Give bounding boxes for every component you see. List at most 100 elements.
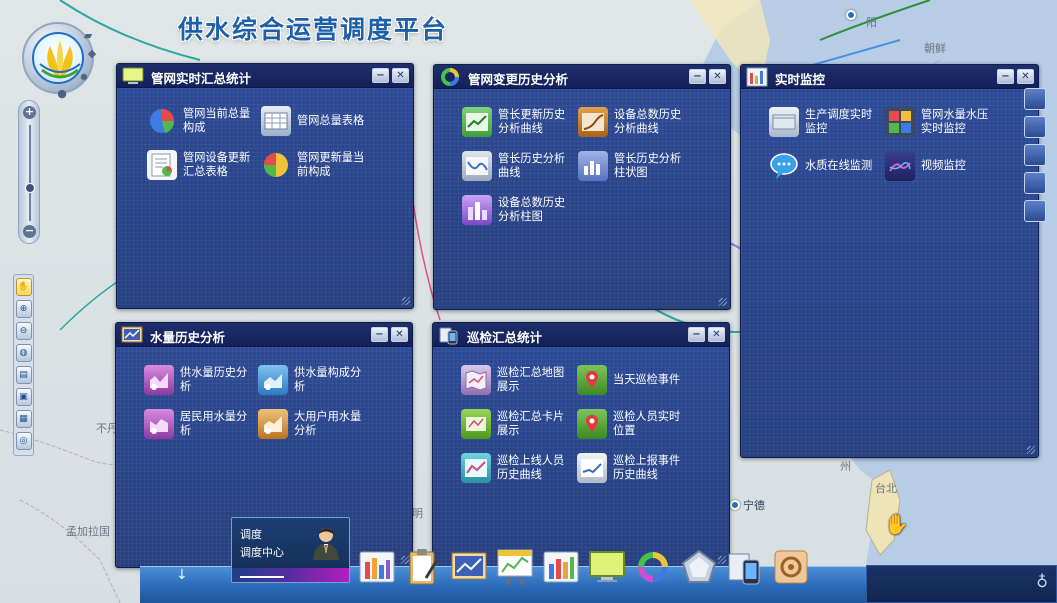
side-tab-4[interactable]: [1024, 172, 1046, 194]
dock-clipboard-icon[interactable]: [404, 548, 442, 586]
dock-monitor-icon[interactable]: [588, 548, 626, 586]
menu-item-label: 管长历史分析曲线: [498, 152, 566, 179]
close-button[interactable]: ✕: [709, 69, 726, 84]
zoom-track[interactable]: [29, 125, 31, 221]
menu-item-pipe-table[interactable]: 管网总量表格: [261, 106, 371, 136]
menu-item-label: 巡检上报事件历史曲线: [613, 454, 681, 481]
zoom-control[interactable]: + −: [18, 100, 40, 244]
panel-header[interactable]: 实时监控 − ✕: [741, 65, 1038, 89]
navigator-chat-icon[interactable]: ▰: [82, 30, 94, 42]
side-tab-5[interactable]: [1024, 200, 1046, 222]
menu-item-online-staff-curve[interactable]: 巡检上线人员历史曲线: [461, 453, 571, 483]
menu-item-length-update-curve[interactable]: 管长更新历史分析曲线: [462, 107, 572, 137]
app-logo: [32, 32, 84, 84]
dock-settings-icon[interactable]: [772, 548, 810, 586]
minimize-button[interactable]: −: [371, 327, 388, 342]
menu-item-production-monitor[interactable]: 生产调度实时监控: [769, 107, 879, 137]
user-card-strip: [232, 568, 349, 582]
panel-header[interactable]: 管网实时汇总统计 − ✕: [117, 64, 413, 88]
minimize-button[interactable]: −: [688, 327, 705, 342]
map-label-zhou: 州: [840, 460, 851, 473]
resize-handle[interactable]: [1027, 446, 1035, 454]
navigator-sun-icon[interactable]: ✹: [78, 72, 90, 84]
side-tab-2[interactable]: [1024, 116, 1046, 138]
menu-item-device-update-table[interactable]: 管网设备更新汇总表格: [147, 150, 257, 180]
close-button[interactable]: ✕: [708, 327, 725, 342]
report-icon: [147, 150, 177, 180]
dock-chart-board-icon[interactable]: [450, 548, 488, 586]
side-tab-1[interactable]: [1024, 88, 1046, 110]
minimize-button[interactable]: −: [689, 69, 706, 84]
globe-tool-icon[interactable]: ◍: [15, 344, 32, 362]
menu-item-length-curve[interactable]: 管长历史分析曲线: [462, 151, 572, 181]
menu-item-patrol-cards[interactable]: 巡检汇总卡片展示: [461, 409, 571, 439]
menu-item-report-event-curve[interactable]: 巡检上报事件历史曲线: [577, 453, 687, 483]
zoom-out-tool-icon[interactable]: ⊖: [15, 322, 32, 340]
menu-item-device-total-curve[interactable]: 设备总数历史分析曲线: [578, 107, 688, 137]
menu-item-pressure-monitor[interactable]: 管网水量水压实时监控: [885, 107, 995, 137]
menu-item-patrol-map[interactable]: 巡检汇总地图展示: [461, 365, 571, 395]
menu-item-today-events[interactable]: 当天巡检事件: [577, 365, 687, 395]
dock-mobile-device-icon[interactable]: [726, 548, 764, 586]
lightbulb-icon[interactable]: ♁: [1036, 572, 1048, 591]
menu-item-update-composition[interactable]: 管网更新量当前构成: [261, 150, 371, 180]
mobile-device-icon: [439, 327, 458, 345]
dock-analyzer-icon[interactable]: [496, 548, 534, 586]
close-button[interactable]: ✕: [1017, 69, 1034, 84]
menu-item-staff-location[interactable]: 巡检人员实时位置: [577, 409, 687, 439]
ring-chart-icon: [441, 68, 459, 86]
pie-chart-icon: [261, 150, 291, 180]
dock-statistics-icon[interactable]: [542, 548, 580, 586]
app-dock: [358, 546, 810, 586]
panel-header[interactable]: 管网变更历史分析 − ✕: [434, 65, 730, 89]
resize-handle[interactable]: [402, 297, 410, 305]
menu-item-resident-water[interactable]: 居民用水量分析: [144, 409, 254, 439]
print-tool-icon[interactable]: ▣: [15, 388, 32, 406]
map-tool-icon[interactable]: ▦: [15, 410, 32, 428]
panel-header[interactable]: 水量历史分析 − ✕: [116, 323, 412, 347]
minimize-button[interactable]: −: [372, 68, 389, 83]
navigator-globe-icon[interactable]: ●: [56, 88, 68, 100]
menu-item-label: 管网总量表格: [297, 114, 365, 127]
panel-title: 管网实时汇总统计: [151, 71, 252, 86]
close-button[interactable]: ✕: [391, 327, 408, 342]
layer-tool-icon[interactable]: ▤: [15, 366, 32, 384]
panel-realtime-monitor: 实时监控 − ✕ 生产调度实时监控 管网水量水压实时监控 水质在线监测 视频监控: [740, 64, 1039, 458]
menu-item-supply-history[interactable]: 供水量历史分析: [144, 365, 254, 395]
dock-ring-chart-icon[interactable]: [634, 548, 672, 586]
grid-icon: [885, 107, 915, 137]
zoom-slider-handle[interactable]: [25, 183, 35, 193]
menu-item-water-quality[interactable]: 水质在线监测: [769, 151, 879, 181]
menu-item-video-monitor[interactable]: 视频监控: [885, 151, 995, 181]
chevron-down-icon[interactable]: ↓: [176, 567, 188, 583]
zoom-out-button[interactable]: −: [23, 225, 36, 238]
menu-item-large-user-water[interactable]: 大用户用水量分析: [258, 409, 368, 439]
resize-handle[interactable]: [719, 298, 727, 306]
map-marker-ningde[interactable]: 宁德: [730, 497, 765, 513]
side-tab-3[interactable]: [1024, 144, 1046, 166]
map-marker-label: 宁德: [743, 499, 765, 512]
zoom-in-tool-icon[interactable]: ⊕: [15, 300, 32, 318]
menu-item-supply-composition[interactable]: 供水量构成分析: [258, 365, 368, 395]
menu-item-pipe-composition[interactable]: 管网当前总量构成: [147, 106, 257, 136]
menu-item-length-bar[interactable]: 管长历史分析柱状图: [578, 151, 688, 181]
map-marker-shenyang[interactable]: [846, 10, 856, 20]
dock-pentagon-icon[interactable]: [680, 548, 718, 586]
line-chart-icon: [577, 453, 607, 483]
navigator-comment-icon[interactable]: ◆: [86, 48, 98, 60]
water-chart-icon: [258, 409, 288, 439]
user-card[interactable]: 调度 调度中心: [231, 517, 350, 583]
zoom-in-button[interactable]: +: [23, 106, 36, 119]
clear-tool-icon[interactable]: ◎: [15, 432, 32, 450]
menu-item-label: 水质在线监测: [805, 159, 873, 172]
minimize-button[interactable]: −: [997, 69, 1014, 84]
pan-hand-icon[interactable]: ✋: [15, 278, 32, 296]
dock-bar-chart-icon[interactable]: [358, 548, 396, 586]
bottom-right-panel: ♁: [866, 565, 1057, 603]
line-chart-icon: [461, 453, 491, 483]
panel-header[interactable]: 巡检汇总统计 − ✕: [433, 323, 729, 347]
page-title: 供水综合运营调度平台: [178, 15, 449, 44]
panel-patrol-stats: 巡检汇总统计 − ✕ 巡检汇总地图展示 当天巡检事件 巡检汇总卡片展示 巡检人员…: [432, 322, 730, 568]
menu-item-device-total-bar[interactable]: 设备总数历史分析柱图: [462, 195, 572, 225]
close-button[interactable]: ✕: [392, 68, 409, 83]
